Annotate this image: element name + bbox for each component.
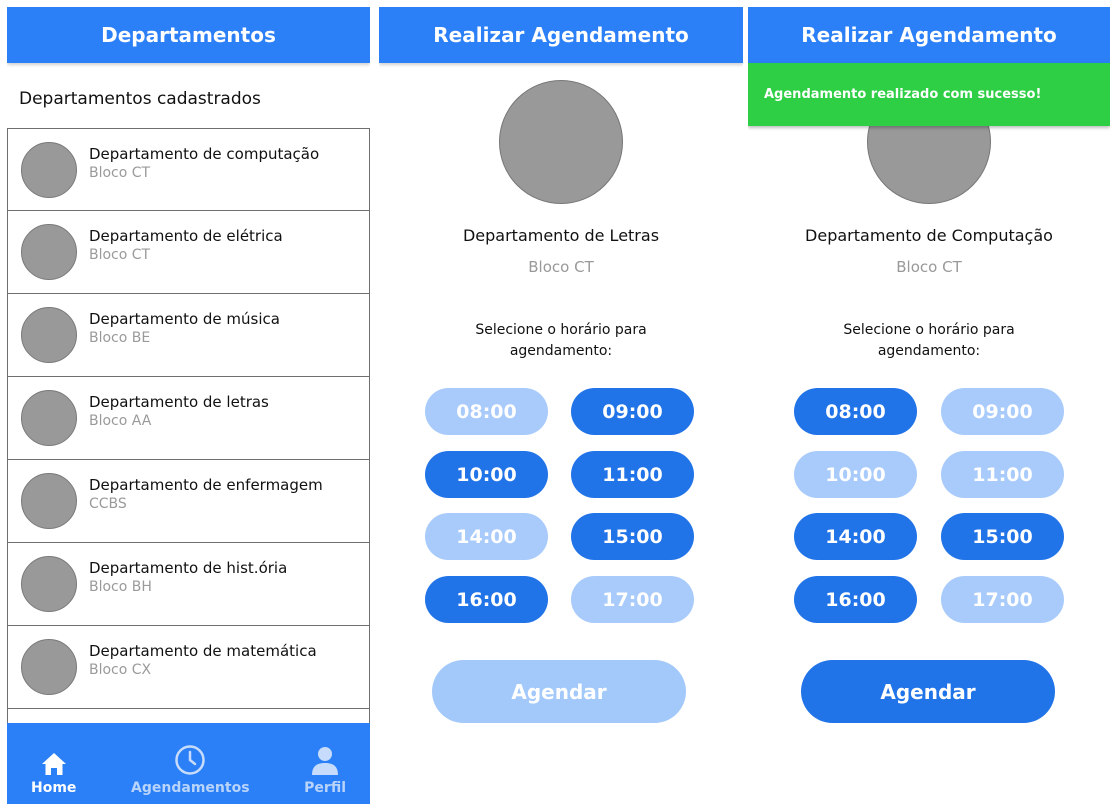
- department-block: Bloco BE: [89, 330, 151, 346]
- time-slot[interactable]: 11:00: [941, 451, 1064, 498]
- department-name: Departamento de música: [89, 310, 280, 328]
- time-prompt-line2: agendamento:: [509, 343, 613, 359]
- app-bar: Departamentos: [7, 7, 370, 63]
- list-item[interactable]: Departamento de enfermagem CCBS: [7, 460, 370, 543]
- time-slot[interactable]: 15:00: [571, 513, 694, 560]
- clock-icon: [174, 744, 206, 776]
- list-item[interactable]: Departamento de hist.ória Bloco BH: [7, 543, 370, 626]
- time-prompt: Selecione o horário para agendamento:: [379, 320, 743, 362]
- time-slot[interactable]: 14:00: [794, 513, 917, 560]
- time-slot[interactable]: 09:00: [571, 388, 694, 435]
- avatar: [21, 224, 77, 280]
- department-name: Departamento de Computação: [805, 226, 1053, 245]
- time-slot[interactable]: 16:00: [794, 576, 917, 623]
- nav-profile-label: Perfil: [304, 780, 346, 796]
- department-block: CCBS: [89, 496, 127, 512]
- schedule-screen-computacao: Realizar Agendamento Agendamento realiza…: [748, 7, 1110, 804]
- home-icon: [41, 744, 67, 776]
- success-toast: Agendamento realizado com sucesso!: [748, 63, 1110, 126]
- avatar: [21, 390, 77, 446]
- department-name: Departamento de letras: [89, 393, 269, 411]
- page-title: Realizar Agendamento: [433, 23, 689, 47]
- page-title: Realizar Agendamento: [801, 23, 1057, 47]
- department-name: Departamento de hist.ória: [89, 559, 288, 577]
- department-block: Bloco BH: [89, 579, 152, 595]
- department-name: Departamento de computação: [89, 144, 320, 163]
- department-block: Bloco AA: [89, 413, 152, 429]
- department-name: Departamento de matemática: [89, 642, 317, 660]
- avatar: [21, 639, 77, 695]
- nav-home[interactable]: Home: [31, 744, 76, 796]
- time-slot[interactable]: 09:00: [941, 388, 1064, 435]
- app-bar: Realizar Agendamento: [379, 7, 743, 63]
- time-prompt-line1: Selecione o horário para: [475, 322, 647, 338]
- avatar: [21, 473, 77, 529]
- book-button[interactable]: Agendar: [432, 660, 686, 723]
- nav-home-label: Home: [31, 780, 77, 796]
- department-block: Bloco CT: [528, 258, 594, 276]
- list-item-partial: [7, 709, 370, 723]
- avatar: [21, 141, 77, 198]
- nav-profile[interactable]: Perfil: [304, 744, 346, 796]
- time-slot[interactable]: 11:00: [571, 451, 694, 498]
- page-title: Departamentos: [101, 23, 276, 47]
- department-name: Departamento de elétrica: [89, 227, 283, 245]
- time-slot[interactable]: 10:00: [425, 451, 548, 498]
- list-item[interactable]: Departamento de música Bloco BE: [7, 294, 370, 377]
- time-slot[interactable]: 17:00: [941, 576, 1064, 623]
- list-item[interactable]: Departamento de letras Bloco AA: [7, 377, 370, 460]
- avatar: [21, 307, 77, 363]
- department-name: Departamento de Letras: [462, 226, 660, 245]
- schedule-screen-letras: Realizar Agendamento Departamento de Let…: [379, 7, 743, 804]
- time-slot[interactable]: 17:00: [571, 576, 694, 623]
- nav-appointments[interactable]: Agendamentos: [131, 744, 250, 796]
- person-icon: [311, 744, 339, 776]
- time-prompt-line1: Selecione o horário para: [843, 322, 1015, 338]
- book-button[interactable]: Agendar: [801, 660, 1055, 723]
- time-slot[interactable]: 10:00: [794, 451, 917, 498]
- department-name: Departamento de enfermagem: [89, 476, 323, 494]
- bottom-navigation: Home Agendamentos Perfil: [7, 723, 370, 804]
- department-block: Bloco CT: [89, 164, 151, 181]
- list-item[interactable]: Departamento de computação Bloco CT: [7, 128, 370, 211]
- list-item[interactable]: Departamento de elétrica Bloco CT: [7, 211, 370, 294]
- departments-screen: Departamentos Departamentos cadastrados …: [7, 7, 370, 804]
- department-list: Departamento de computação Bloco CT Depa…: [7, 128, 370, 723]
- avatar: [21, 556, 77, 612]
- nav-appointments-label: Agendamentos: [131, 780, 250, 796]
- time-slot[interactable]: 15:00: [941, 513, 1064, 560]
- time-slot[interactable]: 16:00: [425, 576, 548, 623]
- list-item[interactable]: Departamento de matemática Bloco CX: [7, 626, 370, 709]
- department-block: Bloco CX: [89, 662, 152, 678]
- app-bar: Realizar Agendamento: [748, 7, 1110, 63]
- time-slot[interactable]: 08:00: [425, 388, 548, 435]
- time-prompt: Selecione o horário para agendamento:: [748, 320, 1110, 362]
- department-avatar: [499, 80, 623, 204]
- time-slot[interactable]: 14:00: [425, 513, 548, 560]
- department-block: Bloco CT: [89, 247, 151, 263]
- time-slot[interactable]: 08:00: [794, 388, 917, 435]
- time-prompt-line2: agendamento:: [877, 343, 981, 359]
- department-block: Bloco CT: [896, 258, 962, 276]
